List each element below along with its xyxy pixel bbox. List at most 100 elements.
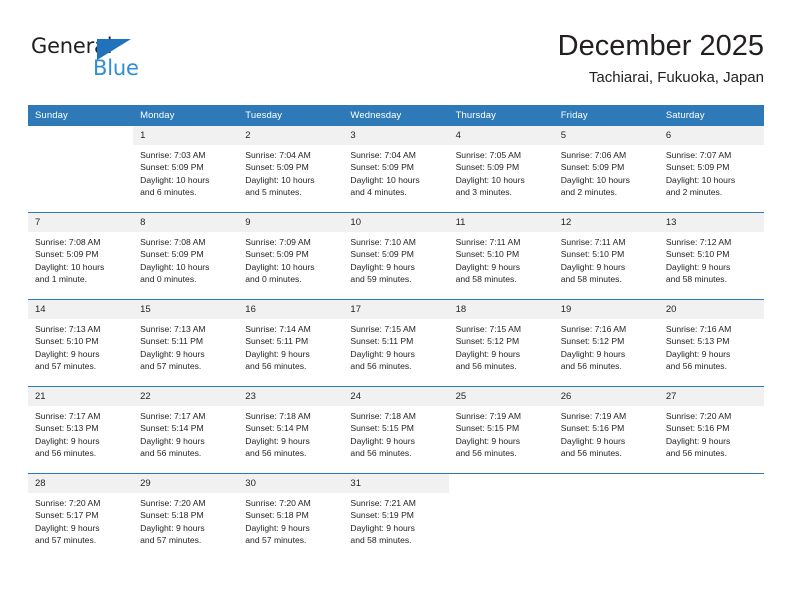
sunset-text: Sunset: 5:14 PM xyxy=(140,423,204,434)
daylight-text-line2: and 56 minutes. xyxy=(245,361,307,372)
day-cell[interactable]: 28 Sunrise: 7:20 AM Sunset: 5:17 PM Dayl… xyxy=(28,473,134,560)
day-cell[interactable]: 12 Sunrise: 7:11 AM Sunset: 5:10 PM Dayl… xyxy=(553,212,659,300)
day-cell[interactable]: 6 Sunrise: 7:07 AM Sunset: 5:09 PM Dayli… xyxy=(658,126,764,213)
daylight-text-line2: and 56 minutes. xyxy=(560,361,622,372)
day-cell[interactable]: 17 Sunrise: 7:15 AM Sunset: 5:11 PM Dayl… xyxy=(343,299,449,387)
daylight-text-line1: Daylight: 9 hours xyxy=(140,435,205,446)
day-cell[interactable]: 8 Sunrise: 7:08 AM Sunset: 5:09 PM Dayli… xyxy=(133,212,239,300)
day-cell[interactable]: 30 Sunrise: 7:20 AM Sunset: 5:18 PM Dayl… xyxy=(238,473,344,560)
daylight-text-line1: Daylight: 9 hours xyxy=(245,435,310,446)
day-number: 13 xyxy=(658,213,764,232)
day-cell[interactable]: 24 Sunrise: 7:18 AM Sunset: 5:15 PM Dayl… xyxy=(343,386,449,474)
day-cell[interactable]: 18 Sunrise: 7:15 AM Sunset: 5:12 PM Dayl… xyxy=(448,299,554,387)
sunset-text: Sunset: 5:09 PM xyxy=(560,162,625,173)
daylight-text-line2: and 0 minutes. xyxy=(245,274,302,285)
sunset-text: Sunset: 5:09 PM xyxy=(245,249,309,260)
calendar-week-row: 14 Sunrise: 7:13 AM Sunset: 5:10 PM Dayl… xyxy=(28,299,764,387)
day-number: 4 xyxy=(448,126,554,145)
sunrise-text: Sunrise: 7:12 AM xyxy=(665,237,732,247)
day-number: 9 xyxy=(238,213,344,232)
daylight-text-line2: and 58 minutes. xyxy=(455,274,517,285)
day-details: Sunrise: 7:18 AM Sunset: 5:15 PM Dayligh… xyxy=(343,406,448,460)
calendar-header-row: Sunday Monday Tuesday Wednesday Thursday… xyxy=(28,105,764,126)
daylight-text-line1: Daylight: 9 hours xyxy=(245,348,310,359)
daylight-text-line1: Daylight: 10 hours xyxy=(665,174,736,185)
day-number: 20 xyxy=(658,300,764,319)
day-cell[interactable]: 1 Sunrise: 7:03 AM Sunset: 5:09 PM Dayli… xyxy=(133,126,239,213)
day-cell[interactable]: 19 Sunrise: 7:16 AM Sunset: 5:12 PM Dayl… xyxy=(553,299,659,387)
sunrise-text: Sunrise: 7:11 AM xyxy=(560,237,626,247)
sunset-text: Sunset: 5:19 PM xyxy=(350,510,414,521)
daylight-text-line1: Daylight: 9 hours xyxy=(455,435,521,446)
sunset-text: Sunset: 5:12 PM xyxy=(455,336,520,347)
general-blue-logo[interactable]: General Blue xyxy=(31,34,161,86)
sunrise-text: Sunrise: 7:08 AM xyxy=(140,237,206,247)
calendar-week-row: 21 Sunrise: 7:17 AM Sunset: 5:13 PM Dayl… xyxy=(28,386,764,474)
day-cell[interactable]: 16 Sunrise: 7:14 AM Sunset: 5:11 PM Dayl… xyxy=(238,299,344,387)
day-details: Sunrise: 7:16 AM Sunset: 5:12 PM Dayligh… xyxy=(554,319,659,373)
day-cell[interactable]: 2 Sunrise: 7:04 AM Sunset: 5:09 PM Dayli… xyxy=(238,126,344,213)
day-cell[interactable]: 25 Sunrise: 7:19 AM Sunset: 5:15 PM Dayl… xyxy=(448,386,554,474)
day-number: 8 xyxy=(133,213,239,232)
day-number: 19 xyxy=(553,300,659,319)
day-cell[interactable]: 29 Sunrise: 7:20 AM Sunset: 5:18 PM Dayl… xyxy=(133,473,239,560)
day-number: 29 xyxy=(133,474,239,493)
daylight-text-line1: Daylight: 9 hours xyxy=(245,522,310,533)
day-cell[interactable]: 5 Sunrise: 7:06 AM Sunset: 5:09 PM Dayli… xyxy=(553,126,659,213)
day-cell[interactable]: 13 Sunrise: 7:12 AM Sunset: 5:10 PM Dayl… xyxy=(658,212,764,300)
day-details: Sunrise: 7:10 AM Sunset: 5:09 PM Dayligh… xyxy=(343,232,448,286)
day-cell[interactable]: 7 Sunrise: 7:08 AM Sunset: 5:09 PM Dayli… xyxy=(28,212,134,300)
day-number: 25 xyxy=(448,387,554,406)
day-cell[interactable]: 22 Sunrise: 7:17 AM Sunset: 5:14 PM Dayl… xyxy=(133,386,239,474)
daylight-text-line1: Daylight: 9 hours xyxy=(350,261,415,272)
day-number: 17 xyxy=(343,300,449,319)
page-title: December 2025 xyxy=(557,30,764,62)
daylight-text-line2: and 58 minutes. xyxy=(350,535,412,546)
daylight-text-line1: Daylight: 9 hours xyxy=(455,348,521,359)
sunset-text: Sunset: 5:09 PM xyxy=(140,162,204,173)
day-cell-empty xyxy=(28,126,134,213)
calendar-page: General Blue December 2025 Tachiarai, Fu… xyxy=(0,0,792,612)
weekday-header-monday: Monday xyxy=(133,105,239,126)
day-cell[interactable]: 10 Sunrise: 7:10 AM Sunset: 5:09 PM Dayl… xyxy=(343,212,449,300)
day-number xyxy=(658,474,764,493)
day-cell[interactable]: 9 Sunrise: 7:09 AM Sunset: 5:09 PM Dayli… xyxy=(238,212,344,300)
daylight-text-line2: and 58 minutes. xyxy=(665,274,727,285)
daylight-text-line1: Daylight: 9 hours xyxy=(560,348,626,359)
day-cell[interactable]: 23 Sunrise: 7:18 AM Sunset: 5:14 PM Dayl… xyxy=(238,386,344,474)
sunrise-text: Sunrise: 7:20 AM xyxy=(35,498,101,508)
daylight-text-line1: Daylight: 9 hours xyxy=(665,348,731,359)
day-details: Sunrise: 7:21 AM Sunset: 5:19 PM Dayligh… xyxy=(343,493,448,547)
logo-text-blue: Blue xyxy=(93,56,139,80)
day-number: 31 xyxy=(343,474,449,493)
day-details: Sunrise: 7:05 AM Sunset: 5:09 PM Dayligh… xyxy=(449,145,554,199)
day-cell[interactable]: 27 Sunrise: 7:20 AM Sunset: 5:16 PM Dayl… xyxy=(658,386,764,474)
day-cell[interactable]: 26 Sunrise: 7:19 AM Sunset: 5:16 PM Dayl… xyxy=(553,386,659,474)
day-number: 30 xyxy=(238,474,344,493)
sunrise-text: Sunrise: 7:19 AM xyxy=(455,411,522,421)
daylight-text-line2: and 56 minutes. xyxy=(560,448,622,459)
calendar-week-row: 7 Sunrise: 7:08 AM Sunset: 5:09 PM Dayli… xyxy=(28,212,764,300)
day-number: 12 xyxy=(553,213,659,232)
daylight-text-line1: Daylight: 10 hours xyxy=(140,174,210,185)
sunset-text: Sunset: 5:17 PM xyxy=(35,510,99,521)
daylight-text-line2: and 57 minutes. xyxy=(140,535,202,546)
daylight-text-line2: and 56 minutes. xyxy=(350,448,412,459)
day-cell[interactable]: 21 Sunrise: 7:17 AM Sunset: 5:13 PM Dayl… xyxy=(28,386,134,474)
daylight-text-line1: Daylight: 9 hours xyxy=(665,435,731,446)
day-cell[interactable]: 20 Sunrise: 7:16 AM Sunset: 5:13 PM Dayl… xyxy=(658,299,764,387)
sunrise-text: Sunrise: 7:06 AM xyxy=(560,150,627,160)
day-cell[interactable]: 4 Sunrise: 7:05 AM Sunset: 5:09 PM Dayli… xyxy=(448,126,554,213)
day-cell[interactable]: 3 Sunrise: 7:04 AM Sunset: 5:09 PM Dayli… xyxy=(343,126,449,213)
day-cell[interactable]: 15 Sunrise: 7:13 AM Sunset: 5:11 PM Dayl… xyxy=(133,299,239,387)
day-number xyxy=(28,126,134,145)
day-number: 16 xyxy=(238,300,344,319)
day-cell[interactable]: 31 Sunrise: 7:21 AM Sunset: 5:19 PM Dayl… xyxy=(343,473,449,560)
daylight-text-line2: and 0 minutes. xyxy=(140,274,197,285)
day-details: Sunrise: 7:20 AM Sunset: 5:18 PM Dayligh… xyxy=(238,493,343,547)
weekday-header-sunday: Sunday xyxy=(28,105,134,126)
daylight-text-line1: Daylight: 10 hours xyxy=(245,174,315,185)
daylight-text-line1: Daylight: 9 hours xyxy=(140,348,205,359)
day-cell[interactable]: 14 Sunrise: 7:13 AM Sunset: 5:10 PM Dayl… xyxy=(28,299,134,387)
day-cell[interactable]: 11 Sunrise: 7:11 AM Sunset: 5:10 PM Dayl… xyxy=(448,212,554,300)
